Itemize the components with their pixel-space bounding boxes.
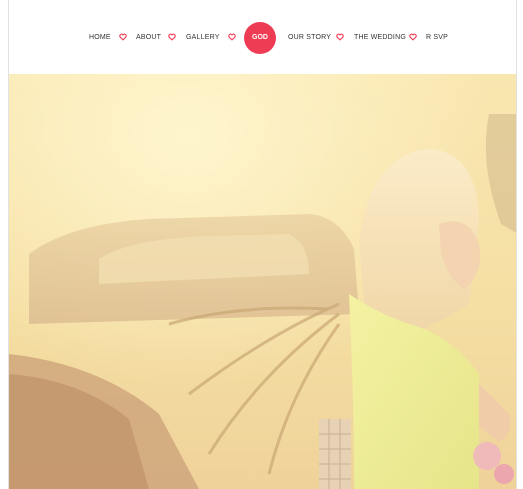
heart-icon: [168, 33, 176, 41]
heart-icon: [119, 33, 127, 41]
hero-image: [9, 74, 516, 489]
hero-photo: [9, 74, 516, 489]
heart-icon: [336, 33, 344, 41]
nav-gallery[interactable]: GALLERY: [186, 34, 220, 41]
nav-our-story[interactable]: OUR STORY: [288, 34, 331, 41]
nav-rsvp[interactable]: R SVP: [426, 34, 448, 41]
heart-icon: [409, 33, 417, 41]
main-navigation: HOME ABOUT GALLERY GOD OUR STORY THE WED…: [9, 0, 516, 74]
nav-the-wedding[interactable]: THE WEDDING: [354, 34, 406, 41]
nav-home[interactable]: HOME: [89, 34, 111, 41]
page-frame: HOME ABOUT GALLERY GOD OUR STORY THE WED…: [8, 0, 517, 489]
heart-icon: [228, 33, 236, 41]
nav-about[interactable]: ABOUT: [136, 34, 161, 41]
site-logo[interactable]: GOD: [244, 22, 276, 54]
